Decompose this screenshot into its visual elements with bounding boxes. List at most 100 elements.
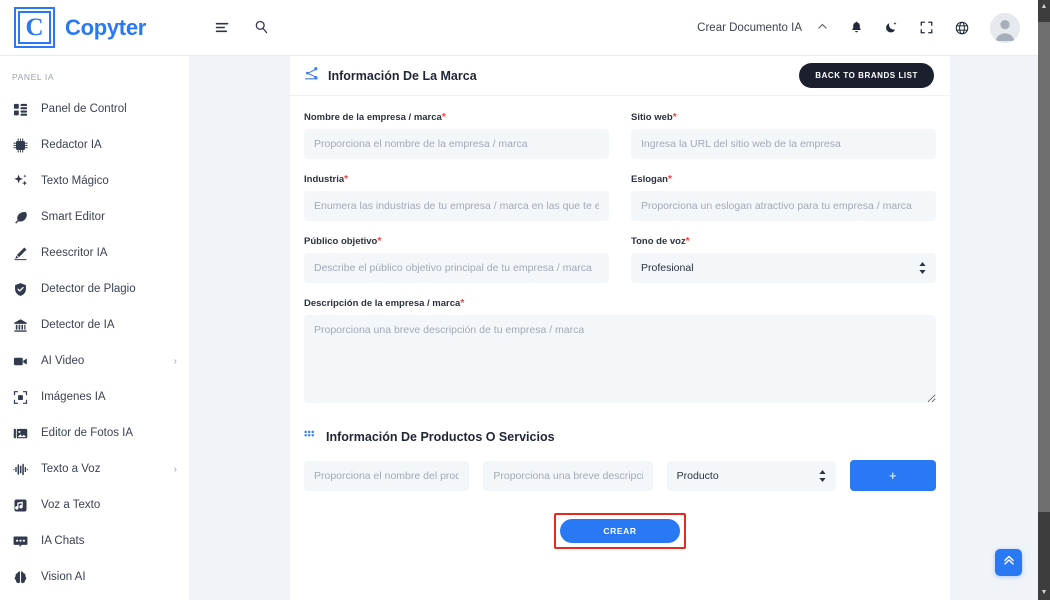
label-text: Industria	[304, 174, 345, 185]
chip-ai-icon	[12, 137, 29, 154]
sidebar-item-label: Panel de Control	[41, 103, 127, 115]
sidebar-item-label: Smart Editor	[41, 211, 105, 223]
sidebar-item-label: Texto Mágico	[41, 175, 109, 187]
field-description: Descripción de la empresa / marca*	[304, 298, 936, 408]
sidebar-item-voz-a-texto[interactable]: Voz a Texto	[0, 487, 189, 523]
sidebar-item-label: Imágenes IA	[41, 391, 106, 403]
submit-area: CREAR	[304, 513, 936, 549]
sidebar-item-label: AI Video	[41, 355, 85, 367]
sidebar-item-texto-magico[interactable]: Texto Mágico	[0, 163, 189, 199]
vertical-scrollbar[interactable]: ▲ ▼	[1038, 0, 1050, 600]
pencil-icon	[12, 245, 29, 262]
slogan-label: Eslogan*	[631, 174, 936, 185]
dashboard-icon	[12, 101, 29, 118]
chevron-up-icon[interactable]	[816, 20, 829, 36]
label-text: Tono de voz	[631, 236, 686, 247]
photo-stack-icon	[12, 425, 29, 442]
create-document-label[interactable]: Crear Documento IA	[697, 22, 802, 34]
sidebar-item-detector-de-ia[interactable]: Detector de IA	[0, 307, 189, 343]
sidebar-item-smart-editor[interactable]: Smart Editor	[0, 199, 189, 235]
label-text: Descripción de la empresa / marca	[304, 298, 461, 309]
waveform-icon	[12, 461, 29, 478]
brand-logo[interactable]: C Copyter	[0, 0, 190, 56]
chat-bubble-icon	[12, 533, 29, 550]
feather-icon	[12, 209, 29, 226]
label-text: Eslogan	[631, 174, 668, 185]
tone-of-voice-select[interactable]: Profesional	[631, 253, 936, 283]
products-section-title: Información De Productos O Servicios	[326, 430, 555, 444]
moon-icon[interactable]	[884, 20, 899, 35]
fullscreen-icon[interactable]	[919, 20, 934, 35]
menu-icon[interactable]	[214, 19, 231, 36]
sidebar-item-label: Voz a Texto	[41, 499, 101, 511]
sidebar-item-redactor-ia[interactable]: Redactor IA	[0, 127, 189, 163]
required-marker: *	[344, 174, 349, 185]
brand-node-icon	[304, 66, 319, 86]
field-website: Sitio web*	[631, 112, 936, 159]
logo-letter: C	[25, 14, 44, 41]
tone-of-voice-select-wrap: Profesional	[631, 253, 936, 283]
required-marker: *	[667, 174, 672, 185]
bank-icon	[12, 317, 29, 334]
scroll-to-top-button[interactable]	[995, 549, 1022, 576]
add-product-button[interactable]: +	[849, 460, 936, 491]
sidebar-item-editor-de-fotos-ia[interactable]: Editor de Fotos IA	[0, 415, 189, 451]
slogan-input[interactable]	[631, 191, 936, 221]
double-chevron-up-icon	[1002, 553, 1016, 572]
video-camera-icon	[12, 353, 29, 370]
sidebar-item-imagenes-ia[interactable]: Imágenes IA	[0, 379, 189, 415]
avatar[interactable]	[990, 12, 1020, 43]
form-row-3: Público objetivo* Tono de voz* Profesion…	[304, 236, 936, 283]
logo-icon: C	[14, 7, 55, 48]
field-company-name: Nombre de la empresa / marca*	[304, 112, 609, 159]
music-note-icon	[12, 497, 29, 514]
company-name-label: Nombre de la empresa / marca*	[304, 112, 609, 123]
sidebar-item-texto-a-voz[interactable]: Texto a Voz ›	[0, 451, 189, 487]
chevron-right-icon[interactable]: ›	[174, 464, 177, 475]
product-description-input[interactable]	[483, 460, 653, 491]
sidebar-item-reescritor-ia[interactable]: Reescritor IA	[0, 235, 189, 271]
sidebar: PANEL IA Panel de Control Redactor IA Te…	[0, 56, 190, 600]
company-name-input[interactable]	[304, 129, 609, 159]
scrollbar-down-arrow[interactable]: ▼	[1038, 587, 1050, 599]
website-input[interactable]	[631, 129, 936, 159]
required-marker: *	[672, 112, 677, 123]
sidebar-item-ai-video[interactable]: AI Video ›	[0, 343, 189, 379]
product-name-input[interactable]	[304, 460, 470, 491]
sidebar-item-label: Editor de Fotos IA	[41, 427, 134, 439]
target-audience-label: Público objetivo*	[304, 236, 609, 247]
globe-icon[interactable]	[954, 20, 970, 36]
field-slogan: Eslogan*	[631, 174, 936, 221]
crear-button[interactable]: CREAR	[560, 519, 680, 543]
image-frame-icon	[12, 389, 29, 406]
form-row-1: Nombre de la empresa / marca* Sitio web*	[304, 112, 936, 159]
description-textarea[interactable]	[304, 315, 936, 403]
page-title: Información De La Marca	[328, 68, 477, 83]
sidebar-section-label: PANEL IA	[12, 72, 55, 82]
chevron-right-icon[interactable]: ›	[174, 356, 177, 367]
field-industry: Industria*	[304, 174, 609, 221]
scrollbar-thumb[interactable]	[1038, 22, 1050, 512]
search-icon[interactable]	[253, 19, 270, 36]
sidebar-item-vision-ai[interactable]: Vision AI	[0, 559, 189, 595]
bell-icon[interactable]	[849, 20, 864, 35]
brand-name: Copyter	[65, 14, 147, 40]
scrollbar-up-arrow[interactable]: ▲	[1038, 1, 1050, 13]
sidebar-item-detector-de-plagio[interactable]: Detector de Plagio	[0, 271, 189, 307]
back-to-brands-list-button[interactable]: BACK TO BRANDS LIST	[799, 63, 934, 88]
industry-input[interactable]	[304, 191, 609, 221]
field-target-audience: Público objetivo*	[304, 236, 609, 283]
sidebar-item-label: IA Chats	[41, 535, 85, 547]
shield-check-icon	[12, 281, 29, 298]
grid-dots-icon	[304, 428, 317, 446]
label-text: Sitio web	[631, 112, 673, 123]
sidebar-item-label: Texto a Voz	[41, 463, 101, 475]
sidebar-item-panel-de-control[interactable]: Panel de Control	[0, 91, 189, 127]
sidebar-item-ia-chats[interactable]: IA Chats	[0, 523, 189, 559]
sidebar-item-label: Detector de IA	[41, 319, 115, 331]
brain-icon	[12, 569, 29, 586]
product-type-select[interactable]: Producto	[666, 460, 836, 491]
tone-of-voice-label: Tono de voz*	[631, 236, 936, 247]
target-audience-input[interactable]	[304, 253, 609, 283]
required-marker: *	[441, 112, 446, 123]
